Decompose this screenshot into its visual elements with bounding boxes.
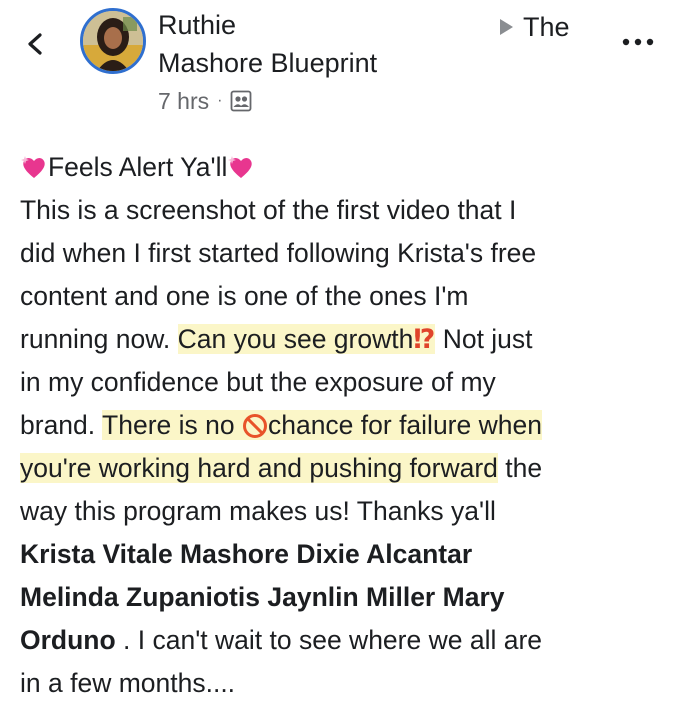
post-line: in a few months.... xyxy=(20,668,236,698)
post-meta: 7 hrs · xyxy=(158,86,252,116)
highlighted-segment: Can you see growth xyxy=(177,324,414,354)
timestamp[interactable]: 7 hrs xyxy=(158,88,209,115)
post-text-segment: Not just xyxy=(435,324,533,354)
highlighted-text: Can you see growth⁉ xyxy=(177,324,436,354)
sparkling-heart-emoji xyxy=(228,156,253,178)
more-dots-icon[interactable] xyxy=(618,32,658,52)
exclamation-question-emoji: ⁉ xyxy=(413,324,436,354)
chevron-left-icon[interactable] xyxy=(20,26,50,62)
shared-to-link[interactable]: The xyxy=(500,8,570,46)
highlighted-segment: chance for failure when xyxy=(267,410,542,440)
post-title: Ruthie Mashore Blueprint xyxy=(158,6,498,82)
post-line: content and one is one of the ones I'm xyxy=(20,281,469,311)
post-line: brand. There is no chance for failure wh… xyxy=(20,404,660,447)
share-target-label: The xyxy=(523,12,570,42)
no-entry-emoji xyxy=(242,414,267,438)
tagged-user[interactable]: Jaynlin Miller xyxy=(267,582,435,612)
tagged-user[interactable]: Dixie Alcantar xyxy=(296,539,472,569)
post-line: in my confidence but the exposure of my xyxy=(20,367,496,397)
tagged-user[interactable]: Melinda Zupaniotis xyxy=(20,582,260,612)
post-line: Melinda Zupaniotis Jaynlin Miller Mary xyxy=(20,576,660,619)
post-text-segment: the xyxy=(497,453,543,483)
post-header: Ruthie Mashore Blueprint 7 hrs · The xyxy=(0,0,675,130)
post-text: Feels Alert Ya'll This is a screenshot o… xyxy=(20,146,660,705)
post-text-segment: running now. xyxy=(20,324,178,354)
post-line: Krista Vitale Mashore Dixie Alcantar xyxy=(20,533,660,576)
author-avatar[interactable] xyxy=(80,8,146,74)
post-line: This is a screenshot of the first video … xyxy=(20,195,517,225)
highlighted-text: There is no chance for failure when xyxy=(102,410,542,440)
sparkling-heart-emoji xyxy=(21,156,45,178)
post-text-segment: brand. xyxy=(20,410,103,440)
share-arrow-icon xyxy=(500,19,513,35)
author-name[interactable]: Ruthie xyxy=(158,6,498,44)
post-line: Orduno . I can't wait to see where we al… xyxy=(20,619,660,662)
group-name[interactable]: Mashore Blueprint xyxy=(158,44,498,82)
post-line: way this program makes us! Thanks ya'll xyxy=(20,496,496,526)
post-line-text: Feels Alert Ya'll xyxy=(48,152,228,182)
post-line: Feels Alert Ya'll xyxy=(20,146,660,189)
tagged-user[interactable]: Mary xyxy=(443,582,505,612)
post-line: running now. Can you see growth⁉ Not jus… xyxy=(20,318,660,361)
post-line: did when I first started following Krist… xyxy=(20,238,537,268)
post-line: you're working hard and pushing forward … xyxy=(20,447,660,490)
tagged-user[interactable]: Orduno xyxy=(20,625,116,655)
post-text-segment: . I can't wait to see where we all are xyxy=(115,625,543,655)
highlighted-text: you're working hard and pushing forward xyxy=(20,453,498,483)
group-audience-icon xyxy=(231,90,252,112)
meta-separator: · xyxy=(217,92,223,109)
tagged-user[interactable]: Krista Vitale Mashore xyxy=(20,539,289,569)
highlighted-segment: There is no xyxy=(102,410,242,440)
